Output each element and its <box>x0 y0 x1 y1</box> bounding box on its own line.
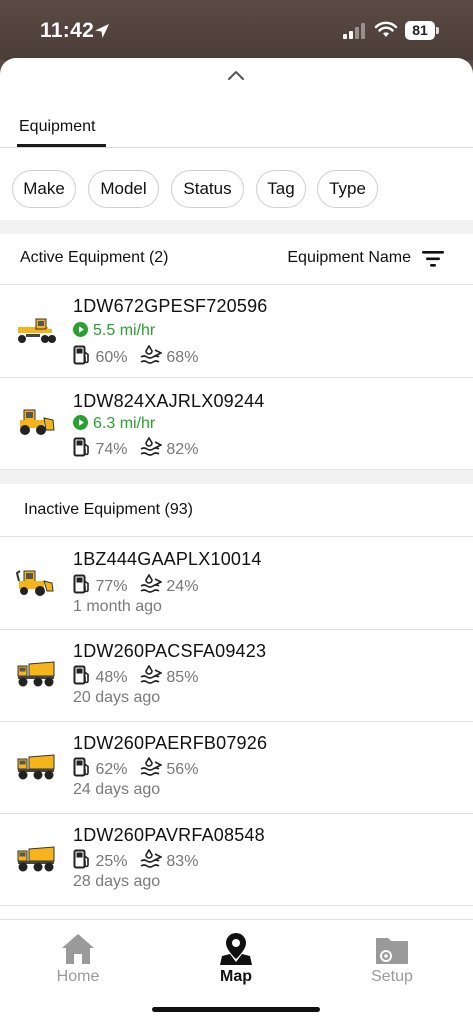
equipment-levels: 60% 68% <box>73 345 198 367</box>
filter-make[interactable]: Make <box>12 170 76 208</box>
nav-map[interactable]: Map <box>186 932 286 986</box>
fuel-pump-icon <box>73 437 89 457</box>
home-indicator <box>152 1007 320 1012</box>
fuel-level: 77% <box>95 578 128 595</box>
nav-map-label: Map <box>220 968 252 985</box>
equipment-row[interactable]: 1DW260PAVRFA08548 25% 83% 28 days ago <box>0 814 473 906</box>
filter-model[interactable]: Model <box>88 170 159 208</box>
speed-value: 5.5 mi/hr <box>93 322 156 339</box>
filter-type[interactable]: Type <box>317 170 378 208</box>
wheel-loader-icon <box>20 409 55 435</box>
def-fluid-icon <box>140 437 162 456</box>
fuel-level: 74% <box>95 441 128 458</box>
equipment-levels: 62% 56% <box>73 757 198 779</box>
def-fluid-icon <box>140 574 162 593</box>
fuel-pump-icon <box>73 757 89 777</box>
nav-setup-label: Setup <box>371 968 413 985</box>
fuel-level: 48% <box>95 669 128 686</box>
articulated-dump-truck-icon <box>17 846 55 872</box>
def-level: 68% <box>166 349 199 366</box>
wifi-icon <box>374 21 398 37</box>
tab-equipment-underline <box>17 144 106 147</box>
equipment-sheet: Equipment Make Model Status Tag Type Act… <box>0 58 473 1024</box>
equipment-row[interactable]: 1DW824XAJRLX09244 6.3 mi/hr 74% 82% <box>0 378 473 470</box>
motor-grader-icon <box>18 318 56 343</box>
inactive-equipment-title: Inactive Equipment (93) <box>24 501 193 518</box>
home-icon <box>62 934 94 964</box>
last-seen: 28 days ago <box>73 873 161 890</box>
equipment-levels: 77% 24% <box>73 574 198 596</box>
def-level: 82% <box>166 441 199 458</box>
fuel-pump-icon <box>73 849 89 869</box>
fuel-level: 62% <box>95 761 128 778</box>
speed-value: 6.3 mi/hr <box>93 415 156 432</box>
articulated-dump-truck-icon <box>17 661 55 687</box>
tab-bar-top: Equipment <box>0 116 473 148</box>
filter-tag[interactable]: Tag <box>256 170 306 208</box>
equipment-name: 1DW824XAJRLX09244 <box>73 391 265 411</box>
equipment-levels: 25% 83% <box>73 849 198 871</box>
last-seen: 20 days ago <box>73 689 161 706</box>
equipment-row[interactable]: 1BZ444GAAPLX10014 77% 24% 1 month ago <box>0 537 473 630</box>
battery-indicator: 81 <box>405 21 439 40</box>
fuel-pump-icon <box>73 345 89 365</box>
equipment-levels: 74% 82% <box>73 437 198 459</box>
location-arrow-icon <box>95 24 109 38</box>
last-seen: 1 month ago <box>73 598 162 615</box>
sort-icon[interactable] <box>421 248 445 270</box>
def-fluid-icon <box>140 849 162 868</box>
def-level: 56% <box>166 761 199 778</box>
battery-level: 81 <box>405 21 435 40</box>
section-divider <box>0 220 473 234</box>
nav-home-label: Home <box>56 968 100 985</box>
equipment-name: 1DW260PAERFB07926 <box>73 733 268 753</box>
def-level: 83% <box>166 853 199 870</box>
map-pin-icon <box>220 933 252 965</box>
last-seen: 24 days ago <box>73 781 161 798</box>
cellular-signal-icon <box>343 23 365 39</box>
equipment-name: 1DW260PAVRFA08548 <box>73 825 265 845</box>
section-divider <box>0 470 473 484</box>
active-equipment-header: Active Equipment (2) Equipment Name <box>0 234 473 285</box>
def-fluid-icon <box>140 757 162 776</box>
active-equipment-title: Active Equipment (2) <box>20 249 169 266</box>
equipment-levels: 48% 85% <box>73 665 198 687</box>
fuel-pump-icon <box>73 665 89 685</box>
articulated-dump-truck-icon <box>17 754 55 780</box>
setup-folder-icon <box>376 938 408 964</box>
equipment-speed: 5.5 mi/hr <box>73 322 155 340</box>
def-fluid-icon <box>140 665 162 684</box>
equipment-speed: 6.3 mi/hr <box>73 415 155 433</box>
chevron-up-icon[interactable] <box>226 68 246 82</box>
equipment-name: 1DW260PACSFA09423 <box>73 641 267 661</box>
equipment-name: 1DW672GPESF720596 <box>73 296 268 316</box>
fuel-level: 25% <box>95 853 128 870</box>
inactive-equipment-header: Inactive Equipment (93) <box>0 484 473 537</box>
def-level: 24% <box>166 578 199 595</box>
tab-equipment[interactable]: Equipment <box>18 116 97 144</box>
status-time: 11:42 <box>40 19 95 42</box>
moving-play-icon <box>73 415 88 430</box>
nav-setup[interactable]: Setup <box>342 932 442 986</box>
equipment-row[interactable]: 1DW260PAERFB07926 62% 56% 24 days ago <box>0 722 473 814</box>
status-bar: 11:42 81 <box>0 0 473 60</box>
equipment-row[interactable]: 1DW672GPESF720596 5.5 mi/hr 60% 68% <box>0 285 473 378</box>
def-fluid-icon <box>140 345 162 364</box>
backhoe-icon <box>16 570 54 596</box>
battery-nub <box>436 27 439 34</box>
equipment-name: 1BZ444GAAPLX10014 <box>73 549 262 569</box>
filter-status[interactable]: Status <box>171 170 244 208</box>
moving-play-icon <box>73 322 88 337</box>
fuel-pump-icon <box>73 574 89 594</box>
def-level: 85% <box>166 669 199 686</box>
fuel-level: 60% <box>95 349 128 366</box>
sort-label[interactable]: Equipment Name <box>287 249 411 267</box>
equipment-row[interactable]: 1DW260PACSFA09423 48% 85% 20 days ago <box>0 630 473 722</box>
nav-home[interactable]: Home <box>28 932 128 986</box>
